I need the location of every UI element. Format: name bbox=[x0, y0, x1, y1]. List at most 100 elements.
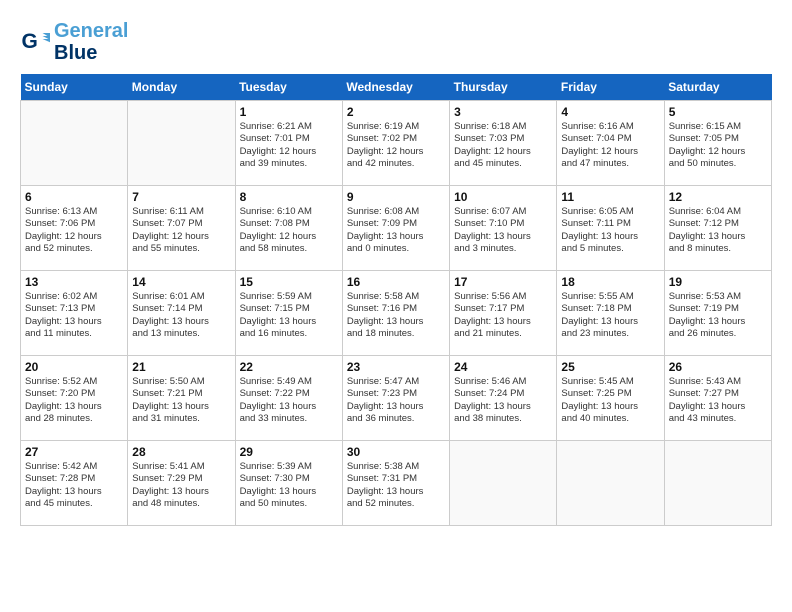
cal-cell: 25Sunrise: 5:45 AM Sunset: 7:25 PM Dayli… bbox=[557, 356, 664, 441]
cell-info: Sunrise: 6:05 AM Sunset: 7:11 PM Dayligh… bbox=[561, 206, 659, 255]
cal-cell: 21 Sunrise: 5:50 AM Sunset: 7:21 PM Dayli… bbox=[128, 356, 235, 441]
cal-cell: 12 Sunrise: 6:04 AM Sunset: 7:12 PM Dayli… bbox=[664, 186, 771, 271]
cell-info: Sunrise: 5:58 AM Sunset: 7:16 PM Dayligh… bbox=[347, 291, 445, 340]
cal-cell: 7 Sunrise: 6:11 AM Sunset: 7:07 PM Daylig… bbox=[128, 186, 235, 271]
day-number: 10 bbox=[454, 190, 552, 204]
cal-cell: 6 Sunrise: 6:13 AM Sunset: 7:06 PM Daylig… bbox=[21, 186, 128, 271]
cal-cell: 15 Sunrise: 5:59 AM Sunset: 7:15 PM Dayli… bbox=[235, 271, 342, 356]
calendar-table: SundayMondayTuesdayWednesdayThursdayFrid… bbox=[20, 74, 772, 526]
cal-cell: 17 Sunrise: 5:56 AM Sunset: 7:17 PM Dayli… bbox=[450, 271, 557, 356]
day-number: 24 bbox=[454, 360, 552, 374]
week-row-2: 6 Sunrise: 6:13 AM Sunset: 7:06 PM Daylig… bbox=[21, 186, 772, 271]
cal-cell: 22 Sunrise: 5:49 AM Sunset: 7:22 PM Dayli… bbox=[235, 356, 342, 441]
day-header-tuesday: Tuesday bbox=[235, 74, 342, 101]
day-number: 30 bbox=[347, 445, 445, 459]
cal-cell: 26Sunrise: 5:43 AM Sunset: 7:27 PM Dayli… bbox=[664, 356, 771, 441]
cal-cell: 4 Sunrise: 6:16 AM Sunset: 7:04 PM Daylig… bbox=[557, 101, 664, 186]
cell-info: Sunrise: 6:02 AM Sunset: 7:13 PM Dayligh… bbox=[25, 291, 123, 340]
cell-info: Sunrise: 6:15 AM Sunset: 7:05 PM Dayligh… bbox=[669, 121, 767, 170]
cal-cell bbox=[664, 441, 771, 526]
cell-info: Sunrise: 6:13 AM Sunset: 7:06 PM Dayligh… bbox=[25, 206, 123, 255]
cell-info: Sunrise: 6:21 AM Sunset: 7:01 PM Dayligh… bbox=[240, 121, 338, 170]
cal-cell: 11 Sunrise: 6:05 AM Sunset: 7:11 PM Dayli… bbox=[557, 186, 664, 271]
day-number: 20 bbox=[25, 360, 123, 374]
day-header-sunday: Sunday bbox=[21, 74, 128, 101]
cell-info: Sunrise: 6:16 AM Sunset: 7:04 PM Dayligh… bbox=[561, 121, 659, 170]
cal-cell: 30 Sunrise: 5:38 AM Sunset: 7:31 PM Dayli… bbox=[342, 441, 449, 526]
cal-cell: 3 Sunrise: 6:18 AM Sunset: 7:03 PM Daylig… bbox=[450, 101, 557, 186]
cal-cell: 14 Sunrise: 6:01 AM Sunset: 7:14 PM Dayli… bbox=[128, 271, 235, 356]
cell-info: Sunrise: 5:56 AM Sunset: 7:17 PM Dayligh… bbox=[454, 291, 552, 340]
day-number: 15 bbox=[240, 275, 338, 289]
calendar-header-row: SundayMondayTuesdayWednesdayThursdayFrid… bbox=[21, 74, 772, 101]
day-number: 3 bbox=[454, 105, 552, 119]
logo: G GeneralBlue bbox=[20, 20, 128, 64]
cell-info: Sunrise: 6:01 AM Sunset: 7:14 PM Dayligh… bbox=[132, 291, 230, 340]
day-number: 2 bbox=[347, 105, 445, 119]
day-number: 19 bbox=[669, 275, 767, 289]
day-number: 11 bbox=[561, 190, 659, 204]
logo-icon: G bbox=[20, 27, 50, 57]
day-header-friday: Friday bbox=[557, 74, 664, 101]
calendar-body: 1 Sunrise: 6:21 AM Sunset: 7:01 PM Daylig… bbox=[21, 101, 772, 526]
day-number: 18 bbox=[561, 275, 659, 289]
cell-info: Sunrise: 5:49 AM Sunset: 7:22 PM Dayligh… bbox=[240, 376, 338, 425]
cell-info: Sunrise: 6:10 AM Sunset: 7:08 PM Dayligh… bbox=[240, 206, 338, 255]
cell-info: Sunrise: 5:39 AM Sunset: 7:30 PM Dayligh… bbox=[240, 461, 338, 510]
cal-cell: 13 Sunrise: 6:02 AM Sunset: 7:13 PM Dayli… bbox=[21, 271, 128, 356]
cell-info: Sunrise: 5:52 AM Sunset: 7:20 PM Dayligh… bbox=[25, 376, 123, 425]
day-number: 22 bbox=[240, 360, 338, 374]
cal-cell: 9 Sunrise: 6:08 AM Sunset: 7:09 PM Daylig… bbox=[342, 186, 449, 271]
cal-cell: 28Sunrise: 5:41 AM Sunset: 7:29 PM Dayli… bbox=[128, 441, 235, 526]
week-row-1: 1 Sunrise: 6:21 AM Sunset: 7:01 PM Daylig… bbox=[21, 101, 772, 186]
cell-info: Sunrise: 5:46 AM Sunset: 7:24 PM Dayligh… bbox=[454, 376, 552, 425]
cell-info: Sunrise: 5:59 AM Sunset: 7:15 PM Dayligh… bbox=[240, 291, 338, 340]
logo-text: GeneralBlue bbox=[54, 20, 128, 64]
cell-info: Sunrise: 5:43 AM Sunset: 7:27 PM Dayligh… bbox=[669, 376, 767, 425]
day-number: 9 bbox=[347, 190, 445, 204]
cell-info: Sunrise: 5:41 AM Sunset: 7:29 PM Dayligh… bbox=[132, 461, 230, 510]
cal-cell bbox=[128, 101, 235, 186]
cal-cell: 8Sunrise: 6:10 AM Sunset: 7:08 PM Daylig… bbox=[235, 186, 342, 271]
cal-cell: 23Sunrise: 5:47 AM Sunset: 7:23 PM Dayli… bbox=[342, 356, 449, 441]
cal-cell: 18Sunrise: 5:55 AM Sunset: 7:18 PM Dayli… bbox=[557, 271, 664, 356]
week-row-4: 20 Sunrise: 5:52 AM Sunset: 7:20 PM Dayli… bbox=[21, 356, 772, 441]
day-number: 6 bbox=[25, 190, 123, 204]
cal-cell bbox=[450, 441, 557, 526]
day-number: 13 bbox=[25, 275, 123, 289]
cal-cell: 20 Sunrise: 5:52 AM Sunset: 7:20 PM Dayli… bbox=[21, 356, 128, 441]
day-number: 29 bbox=[240, 445, 338, 459]
day-number: 25 bbox=[561, 360, 659, 374]
cell-info: Sunrise: 6:11 AM Sunset: 7:07 PM Dayligh… bbox=[132, 206, 230, 255]
cell-info: Sunrise: 6:04 AM Sunset: 7:12 PM Dayligh… bbox=[669, 206, 767, 255]
cell-info: Sunrise: 6:08 AM Sunset: 7:09 PM Dayligh… bbox=[347, 206, 445, 255]
week-row-3: 13 Sunrise: 6:02 AM Sunset: 7:13 PM Dayli… bbox=[21, 271, 772, 356]
day-number: 1 bbox=[240, 105, 338, 119]
day-header-thursday: Thursday bbox=[450, 74, 557, 101]
cell-info: Sunrise: 5:38 AM Sunset: 7:31 PM Dayligh… bbox=[347, 461, 445, 510]
day-header-monday: Monday bbox=[128, 74, 235, 101]
cell-info: Sunrise: 5:50 AM Sunset: 7:21 PM Dayligh… bbox=[132, 376, 230, 425]
cell-info: Sunrise: 6:18 AM Sunset: 7:03 PM Dayligh… bbox=[454, 121, 552, 170]
cal-cell: 16 Sunrise: 5:58 AM Sunset: 7:16 PM Dayli… bbox=[342, 271, 449, 356]
cal-cell: 29 Sunrise: 5:39 AM Sunset: 7:30 PM Dayli… bbox=[235, 441, 342, 526]
day-number: 12 bbox=[669, 190, 767, 204]
cell-info: Sunrise: 5:42 AM Sunset: 7:28 PM Dayligh… bbox=[25, 461, 123, 510]
day-number: 23 bbox=[347, 360, 445, 374]
cell-info: Sunrise: 6:19 AM Sunset: 7:02 PM Dayligh… bbox=[347, 121, 445, 170]
day-number: 14 bbox=[132, 275, 230, 289]
day-number: 27 bbox=[25, 445, 123, 459]
day-header-saturday: Saturday bbox=[664, 74, 771, 101]
day-number: 21 bbox=[132, 360, 230, 374]
cal-cell: 2 Sunrise: 6:19 AM Sunset: 7:02 PM Daylig… bbox=[342, 101, 449, 186]
cal-cell: 5 Sunrise: 6:15 AM Sunset: 7:05 PM Daylig… bbox=[664, 101, 771, 186]
cal-cell: 27 Sunrise: 5:42 AM Sunset: 7:28 PM Dayli… bbox=[21, 441, 128, 526]
day-number: 5 bbox=[669, 105, 767, 119]
cal-cell: 1 Sunrise: 6:21 AM Sunset: 7:01 PM Daylig… bbox=[235, 101, 342, 186]
day-number: 4 bbox=[561, 105, 659, 119]
cell-info: Sunrise: 6:07 AM Sunset: 7:10 PM Dayligh… bbox=[454, 206, 552, 255]
day-number: 17 bbox=[454, 275, 552, 289]
day-number: 7 bbox=[132, 190, 230, 204]
day-number: 16 bbox=[347, 275, 445, 289]
page-header: G GeneralBlue bbox=[20, 20, 772, 64]
